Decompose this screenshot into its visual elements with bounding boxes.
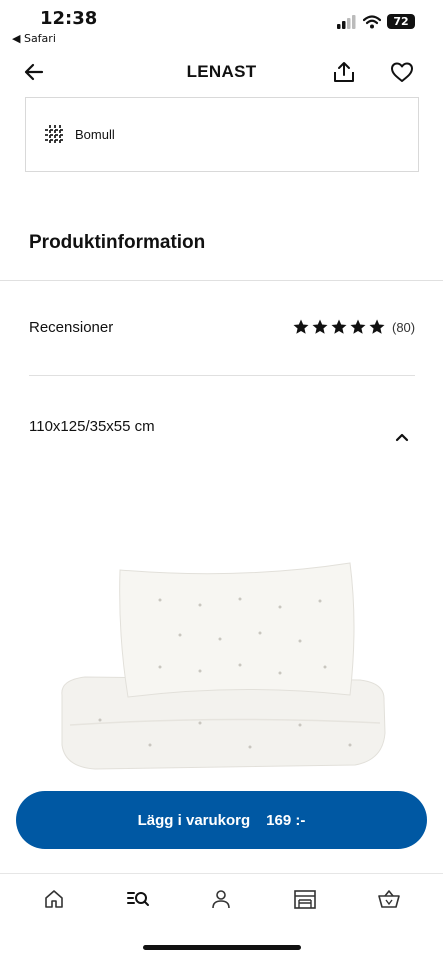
nav-bar: LENAST: [0, 50, 443, 94]
size-label: 110x125/35x55 cm: [29, 418, 155, 435]
home-icon: [45, 889, 63, 908]
page-title: LENAST: [186, 62, 257, 81]
rating-stars: [292, 318, 386, 336]
home-indicator[interactable]: [143, 945, 301, 950]
star-full-icon: [293, 319, 309, 334]
battery-icon: 72: [387, 14, 415, 29]
review-count: (80): [392, 320, 416, 335]
star-full-icon: [331, 319, 347, 334]
add-to-cart-label: Lägg i varukorg: [137, 811, 251, 829]
tab-home[interactable]: [39, 884, 69, 914]
divider: [29, 375, 415, 376]
cart-icon: [378, 889, 400, 908]
add-to-cart-button[interactable]: Lägg i varukorg 169 :-: [16, 791, 427, 849]
share-icon[interactable]: [330, 58, 358, 86]
status-bar: 12:38 ◀ Safari 72: [0, 0, 443, 50]
tab-bar: [0, 873, 443, 923]
wifi-icon: [363, 14, 381, 28]
material-label: Bomull: [75, 127, 115, 142]
tab-profile[interactable]: [206, 884, 236, 914]
divider: [0, 280, 443, 281]
reviews-label: Recensioner: [29, 319, 114, 336]
back-to-safari-link[interactable]: ◀ Safari: [12, 32, 56, 45]
cellular-signal-icon: [337, 14, 356, 29]
chevron-up-icon[interactable]: [393, 428, 411, 446]
profile-icon: [212, 889, 231, 908]
status-time: 12:38: [40, 8, 98, 29]
heart-icon[interactable]: [388, 58, 416, 86]
star-full-icon: [312, 319, 328, 334]
tab-search[interactable]: [123, 884, 153, 914]
store-icon: [294, 889, 317, 909]
product-image: [61, 562, 386, 770]
material-card: Bomull: [25, 97, 419, 172]
status-icons: 72: [337, 14, 415, 29]
star-full-icon: [350, 319, 366, 334]
star-half-icon: [369, 319, 385, 334]
tab-cart[interactable]: [374, 884, 404, 914]
tab-store[interactable]: [290, 884, 320, 914]
price-label: 169 :-: [266, 811, 306, 829]
product-info-heading: Produktinformation: [29, 232, 206, 253]
search-icon: [126, 891, 149, 906]
fabric-icon: [45, 125, 65, 145]
